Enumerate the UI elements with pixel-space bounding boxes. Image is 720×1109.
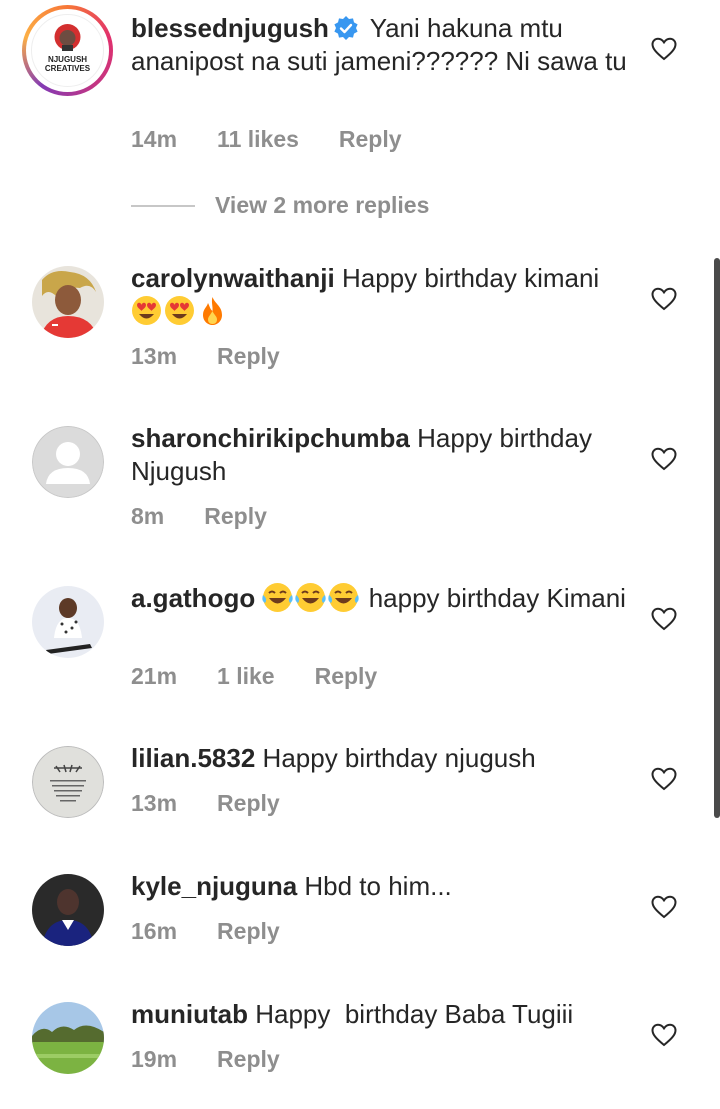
heart-eyes-emoji (164, 295, 195, 326)
like-heart-icon[interactable] (651, 895, 677, 919)
avatar[interactable] (32, 426, 104, 498)
like-count[interactable]: 11 likes (217, 126, 299, 153)
username[interactable]: kyle_njuguna (131, 871, 297, 901)
comment-meta: 21m 1 like Reply (131, 663, 417, 690)
like-heart-icon[interactable] (651, 287, 677, 311)
comment-body: kyle_njuguna Hbd to him... (131, 870, 631, 903)
username[interactable]: lilian.5832 (131, 743, 255, 773)
timestamp: 13m (131, 343, 178, 369)
reply-button[interactable]: Reply (339, 126, 402, 153)
reply-button[interactable]: Reply (315, 663, 378, 690)
like-heart-icon[interactable] (651, 767, 677, 791)
tears-of-joy-emoji (328, 582, 360, 613)
comment-meta: 19m Reply (131, 1046, 320, 1073)
like-count[interactable]: 1 like (217, 663, 275, 690)
comment-text: happy birthday Kimani (368, 583, 626, 613)
username[interactable]: blessednjugush (131, 13, 329, 43)
tears-of-joy-emoji (295, 582, 327, 613)
reply-button[interactable]: Reply (217, 1046, 280, 1073)
comment-text: Happy birthday Baba Tugiii (255, 999, 574, 1029)
timestamp: 14m (131, 126, 178, 152)
avatar[interactable] (32, 874, 104, 946)
comment-body: muniutab Happy birthday Baba Tugiii (131, 998, 631, 1031)
reply-button[interactable]: Reply (204, 503, 267, 530)
scrollbar[interactable] (714, 258, 720, 818)
reply-button[interactable]: Reply (217, 918, 280, 945)
comment-body: sharonchirikipchumba Happy birthday Njug… (131, 422, 631, 488)
comment-text: Hbd to him... (304, 871, 452, 901)
timestamp: 19m (131, 1046, 178, 1072)
fire-emoji (197, 295, 228, 326)
timestamp: 16m (131, 918, 178, 944)
story-ring[interactable]: NJUGUSH CREATIVES (22, 5, 113, 96)
like-heart-icon[interactable] (651, 607, 677, 631)
divider (131, 204, 195, 207)
username[interactable]: sharonchirikipchumba (131, 423, 410, 453)
avatar[interactable] (32, 1002, 104, 1074)
comment-body: lilian.5832 Happy birthday njugush (131, 742, 631, 775)
comment-body: a.gathogo happy birthday Kimani (131, 582, 631, 615)
username[interactable]: muniutab (131, 999, 248, 1029)
svg-text:NJUGUSH: NJUGUSH (48, 55, 87, 64)
tears-of-joy-emoji (262, 582, 294, 613)
view-more-replies-label: View 2 more replies (215, 192, 430, 218)
comment-body: blessednjugush Yani hakuna mtu ananipost… (131, 12, 631, 78)
svg-text:CREATIVES: CREATIVES (45, 64, 91, 73)
comment-text: Happy birthday kimani (341, 263, 600, 293)
comment-body: carolynwaithanji Happy birthday kimani (131, 262, 631, 328)
view-more-replies-button[interactable]: View 2 more replies (131, 192, 429, 219)
comment-meta: 13m Reply (131, 343, 320, 370)
timestamp: 13m (131, 790, 178, 816)
comment-text: Happy birthday njugush (262, 743, 536, 773)
heart-eyes-emoji (131, 295, 162, 326)
reply-button[interactable]: Reply (217, 343, 280, 370)
avatar[interactable] (32, 266, 104, 338)
username[interactable]: carolynwaithanji (131, 263, 335, 293)
comment-meta: 14m 11 likes Reply (131, 126, 442, 153)
timestamp: 8m (131, 503, 165, 529)
avatar[interactable] (32, 586, 104, 658)
username[interactable]: a.gathogo (131, 583, 255, 613)
comment-meta: 13m Reply (131, 790, 320, 817)
comment-meta: 16m Reply (131, 918, 320, 945)
avatar[interactable]: NJUGUSH CREATIVES (29, 12, 106, 89)
like-heart-icon[interactable] (651, 37, 677, 61)
comment-meta: 8m Reply (131, 503, 307, 530)
like-heart-icon[interactable] (651, 447, 677, 471)
verified-badge-icon (333, 15, 359, 41)
like-heart-icon[interactable] (651, 1023, 677, 1047)
timestamp: 21m (131, 663, 178, 689)
avatar[interactable] (32, 746, 104, 818)
reply-button[interactable]: Reply (217, 790, 280, 817)
